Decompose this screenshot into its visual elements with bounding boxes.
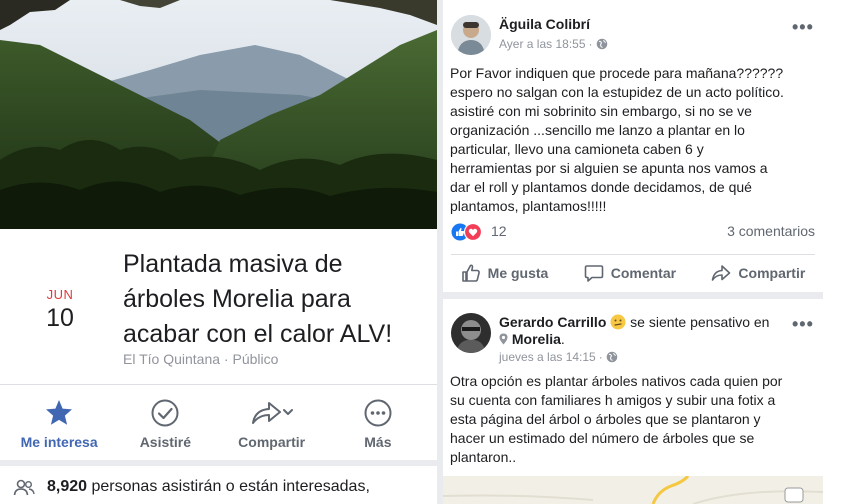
share-event-button[interactable]: Compartir <box>222 385 322 450</box>
comment-icon <box>584 265 604 282</box>
post-options-icon[interactable]: ••• <box>792 315 814 333</box>
location-pin-icon <box>499 332 508 345</box>
post-options-icon[interactable]: ••• <box>792 18 814 36</box>
going-label: Asistiré <box>139 434 192 450</box>
share-label: Compartir <box>238 434 306 450</box>
landscape-image <box>0 0 437 229</box>
time-separator: · <box>588 37 593 51</box>
time-separator: · <box>598 350 603 364</box>
share-icon <box>251 402 293 424</box>
post-line: Otra opción es plantar árboles nativos c… <box>450 373 783 389</box>
event-header: JUN 10 Plantada masiva de árboles Moreli… <box>0 229 437 385</box>
post-line: plantamos, plantamos!!!!! <box>450 198 607 214</box>
post-location-line: Morelia. <box>499 331 565 347</box>
post-author-line: Gerardo Carrillo se siente pensativo en <box>499 314 769 330</box>
globe-icon <box>606 351 618 363</box>
share-button[interactable]: Compartir <box>711 263 805 283</box>
avatar[interactable] <box>451 313 491 353</box>
section-gap <box>443 292 823 299</box>
post-line: particular, llevo una camioneta caben 6 … <box>450 141 704 157</box>
post-line: organización ...sencillo me lanzo a plan… <box>450 122 745 138</box>
avatar[interactable] <box>451 15 491 55</box>
event-host-link[interactable]: El Tío Quintana <box>123 351 220 367</box>
event-panel: JUN 10 Plantada masiva de árboles Moreli… <box>0 0 437 504</box>
event-date: JUN 10 <box>30 287 90 333</box>
more-circle-icon <box>364 399 392 427</box>
like-button[interactable]: Me gusta <box>461 263 549 283</box>
post-line: dar el roll y plantamos donde decidamos,… <box>450 179 752 195</box>
event-privacy: Público <box>232 351 279 367</box>
globe-icon <box>596 38 607 50</box>
reactions-row: 12 3 comentarios <box>451 221 815 243</box>
more-label: Más <box>364 434 392 450</box>
post-time-text: Ayer a las 18:55 <box>499 37 586 51</box>
post-body: Por Favor indiquen que procede para maña… <box>450 64 818 216</box>
post-line: Por Favor indiquen que procede para maña… <box>450 65 784 81</box>
post-line: asistiré con mi sobrinito sin embargo, s… <box>450 103 752 119</box>
location-suffix: . <box>560 331 565 347</box>
going-button[interactable]: Asistiré <box>115 385 215 450</box>
attendance-text: personas asistirán o están interesadas, <box>91 478 370 495</box>
post-timestamp[interactable]: Ayer a las 18:55 · <box>499 37 608 51</box>
post-body: Otra opción es plantar árboles nativos c… <box>450 372 818 467</box>
discussion-panel: Äguila Colibrí Ayer a las 18:55 · ••• Po… <box>443 0 823 504</box>
post-action-bar: Me gusta Comentar Compartir <box>443 255 823 291</box>
interested-button[interactable]: Me interesa <box>9 385 109 450</box>
post-time-text: jueves a las 14:15 <box>499 350 596 364</box>
feeling-emoji-icon <box>610 314 626 330</box>
comment-button[interactable]: Comentar <box>584 263 676 283</box>
map-preview[interactable] <box>443 476 823 504</box>
post-line: esta página del árbol o árboles que se p… <box>450 411 761 427</box>
post-line: herramientas por si alguien se apunta no… <box>450 160 768 176</box>
more-button[interactable]: Más <box>328 385 428 450</box>
check-circle-icon <box>151 399 179 427</box>
meta-separator: · <box>223 351 229 367</box>
map-image <box>443 476 823 504</box>
reaction-count[interactable]: 12 <box>491 223 507 239</box>
event-action-bar: Me interesa Asistiré Compartir Más <box>0 385 437 460</box>
post-author[interactable]: Gerardo Carrillo <box>499 314 606 330</box>
comments-count[interactable]: 3 comentarios <box>727 223 815 239</box>
feeling-text: se siente pensativo en <box>630 314 770 330</box>
post-line: su cuenta con familiares h amigos y subi… <box>450 392 776 408</box>
user-photo <box>451 15 491 55</box>
post-timestamp[interactable]: jueves a las 14:15 · <box>499 350 618 364</box>
reaction-icons[interactable] <box>451 223 485 241</box>
post-line: plantaron.. <box>450 449 517 465</box>
user-photo <box>451 313 491 353</box>
post-line: espero no salgan con la estupidez de un … <box>450 84 784 100</box>
event-day: 10 <box>46 304 74 332</box>
post-line: hacer un estimado del número de árboles … <box>450 430 755 446</box>
people-icon <box>13 479 35 496</box>
section-gap <box>0 460 437 466</box>
page-edge <box>823 0 843 504</box>
event-cover-photo[interactable] <box>0 0 437 229</box>
share-label: Compartir <box>738 265 806 281</box>
attendance-count: 8,920 <box>47 478 88 495</box>
event-month: JUN <box>46 287 74 302</box>
star-icon <box>46 400 73 425</box>
like-label: Me gusta <box>487 265 549 281</box>
event-title: Plantada masiva de árboles Morelia para … <box>123 250 393 348</box>
post-author[interactable]: Äguila Colibrí <box>499 16 590 32</box>
interested-label: Me interesa <box>20 434 98 450</box>
comment-label: Comentar <box>610 265 677 281</box>
location-link[interactable]: Morelia <box>512 331 561 347</box>
share-icon <box>712 265 731 281</box>
thumbs-up-icon <box>461 264 480 282</box>
event-meta: El Tío Quintana · Público <box>123 351 278 367</box>
attendance-summary[interactable]: 8,920 personas asistirán o están interes… <box>47 478 370 496</box>
